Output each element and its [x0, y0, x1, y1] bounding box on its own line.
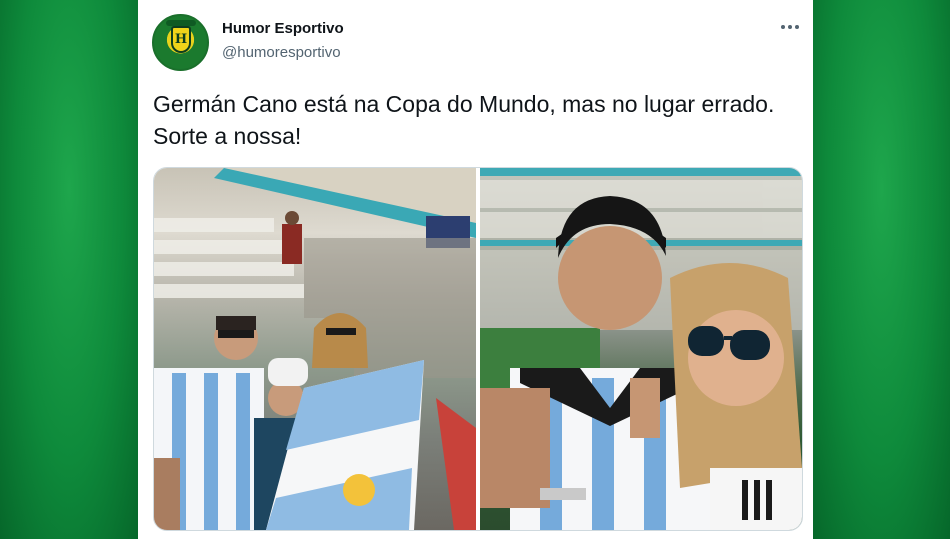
photo-right-illustration	[480, 168, 802, 530]
more-options-icon[interactable]	[778, 18, 802, 36]
background-right	[813, 0, 950, 539]
avatar-shield-icon: H	[171, 26, 191, 53]
avatar-initials: H	[174, 32, 188, 47]
tweet-card: H Humor Esportivo @humoresportivo Germán…	[138, 0, 813, 539]
author-handle[interactable]: @humoresportivo	[222, 44, 341, 61]
avatar[interactable]: H	[152, 14, 209, 71]
background-left	[0, 0, 138, 539]
photo-left[interactable]	[154, 168, 476, 530]
tweet-header: H Humor Esportivo @humoresportivo	[152, 14, 802, 72]
author-name[interactable]: Humor Esportivo	[222, 20, 344, 37]
photo-left-illustration	[154, 168, 476, 530]
tweet-media[interactable]	[153, 167, 803, 531]
photo-right[interactable]	[480, 168, 802, 530]
tweet-text: Germán Cano está na Copa do Mundo, mas n…	[153, 91, 775, 149]
